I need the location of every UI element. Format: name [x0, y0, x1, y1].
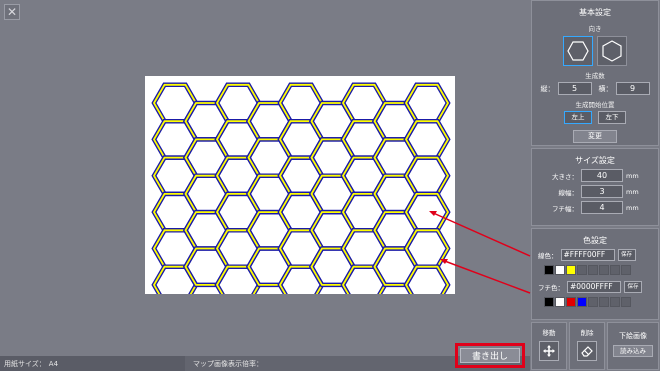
- move-label: 移動: [542, 329, 556, 337]
- paper-size-label: 用紙サイズ：: [4, 359, 46, 368]
- delete-label: 削除: [580, 329, 594, 337]
- line-width-unit: mm: [626, 187, 639, 196]
- line-color-swatch[interactable]: [599, 265, 609, 275]
- orientation-flat-button[interactable]: [563, 36, 593, 66]
- line-width-input[interactable]: 3: [581, 185, 623, 198]
- hex-cell-border: [403, 191, 451, 233]
- line-color-label: 線色：: [538, 252, 558, 260]
- move-icon: [539, 341, 559, 361]
- arrow-border-color: [441, 259, 531, 294]
- border-width-unit: mm: [626, 203, 639, 212]
- close-icon: ✕: [6, 5, 18, 19]
- load-button[interactable]: 読み込み: [613, 345, 653, 357]
- size-settings-panel: サイズ設定 大きさ： 40 mm 線幅： 3 mm フチ幅： 4 mm: [531, 148, 659, 226]
- border-color-swatch[interactable]: [577, 297, 587, 307]
- color-settings-panel: 色設定 線色： #FFFF00FF 保存 フチ色： #0000FFFF 保存: [531, 228, 659, 320]
- border-color-swatches: [544, 297, 658, 307]
- line-color-swatches: [544, 265, 658, 275]
- orientation-pointy-button[interactable]: [597, 36, 627, 66]
- line-color-swatch[interactable]: [566, 265, 576, 275]
- hex-grid: [151, 82, 451, 294]
- border-color-swatch[interactable]: [599, 297, 609, 307]
- start-position-label: 生成開始位置: [575, 101, 615, 109]
- zoom-label: マップ画像表示倍率：: [193, 359, 263, 368]
- border-color-swatch[interactable]: [566, 297, 576, 307]
- vertical-label: 縦：: [540, 84, 555, 93]
- border-color-swatch[interactable]: [555, 297, 565, 307]
- count-label: 生成数: [585, 72, 605, 80]
- hex-cell-border: [403, 82, 451, 124]
- hex-cell-border: [403, 155, 451, 197]
- line-color-swatch[interactable]: [544, 265, 554, 275]
- border-color-swatch[interactable]: [544, 297, 554, 307]
- eraser-icon: [577, 341, 597, 361]
- border-color-swatch[interactable]: [588, 297, 598, 307]
- border-color-label: フチ色：: [538, 284, 564, 292]
- basic-settings-title: 基本設定: [579, 8, 611, 17]
- vertical-count-input[interactable]: 5: [557, 82, 592, 95]
- line-color-swatch[interactable]: [555, 265, 565, 275]
- size-unit: mm: [626, 171, 639, 180]
- size-input[interactable]: 40: [581, 169, 623, 182]
- line-color-input[interactable]: #FFFF00FF: [560, 249, 615, 261]
- horizontal-label: 横：: [598, 84, 613, 93]
- delete-tool[interactable]: 削除: [569, 322, 605, 370]
- status-bar: 用紙サイズ： A4 マップ画像表示倍率：: [0, 356, 530, 371]
- border-width-label: フチ幅：: [552, 204, 578, 213]
- color-settings-title: 色設定: [583, 236, 607, 245]
- start-bottom-left-button[interactable]: 左下: [598, 111, 626, 124]
- hex-grid-canvas[interactable]: [145, 76, 455, 294]
- border-color-input[interactable]: #0000FFFF: [567, 281, 621, 293]
- border-color-swatch[interactable]: [610, 297, 620, 307]
- orientation-label: 向き: [588, 25, 602, 33]
- underlay-panel: 下絵画像 読み込み: [607, 322, 659, 370]
- border-color-save-button[interactable]: 保存: [624, 281, 642, 293]
- change-button[interactable]: 変更: [573, 130, 617, 143]
- hex-cell-border: [403, 264, 451, 294]
- line-color-swatch[interactable]: [588, 265, 598, 275]
- line-color-swatch[interactable]: [621, 265, 631, 275]
- border-width-input[interactable]: 4: [581, 201, 623, 214]
- line-color-swatch[interactable]: [577, 265, 587, 275]
- hexagon-pointy-icon: [602, 40, 622, 62]
- line-color-save-button[interactable]: 保存: [617, 249, 636, 261]
- hex-cell-border: [403, 118, 451, 160]
- underlay-label: 下絵画像: [619, 332, 647, 340]
- border-color-swatch[interactable]: [621, 297, 631, 307]
- paper-size-value: A4: [48, 359, 59, 368]
- line-color-swatch[interactable]: [610, 265, 620, 275]
- size-label: 大きさ：: [552, 172, 578, 181]
- export-button[interactable]: 書き出し: [460, 348, 520, 363]
- close-button[interactable]: ✕: [4, 4, 20, 20]
- basic-settings-panel: 基本設定 向き 生成数 縦： 5 横： 9 生成開始位置 左上 左下 変更: [531, 0, 659, 146]
- move-tool[interactable]: 移動: [531, 322, 567, 370]
- start-top-left-button[interactable]: 左上: [564, 111, 592, 124]
- hex-cell-border: [403, 228, 451, 269]
- horizontal-count-input[interactable]: 9: [615, 82, 650, 95]
- export-highlight: 書き出し: [455, 343, 525, 368]
- size-settings-title: サイズ設定: [575, 156, 615, 165]
- hexagon-flat-icon: [567, 41, 589, 61]
- line-width-label: 線幅：: [558, 188, 579, 197]
